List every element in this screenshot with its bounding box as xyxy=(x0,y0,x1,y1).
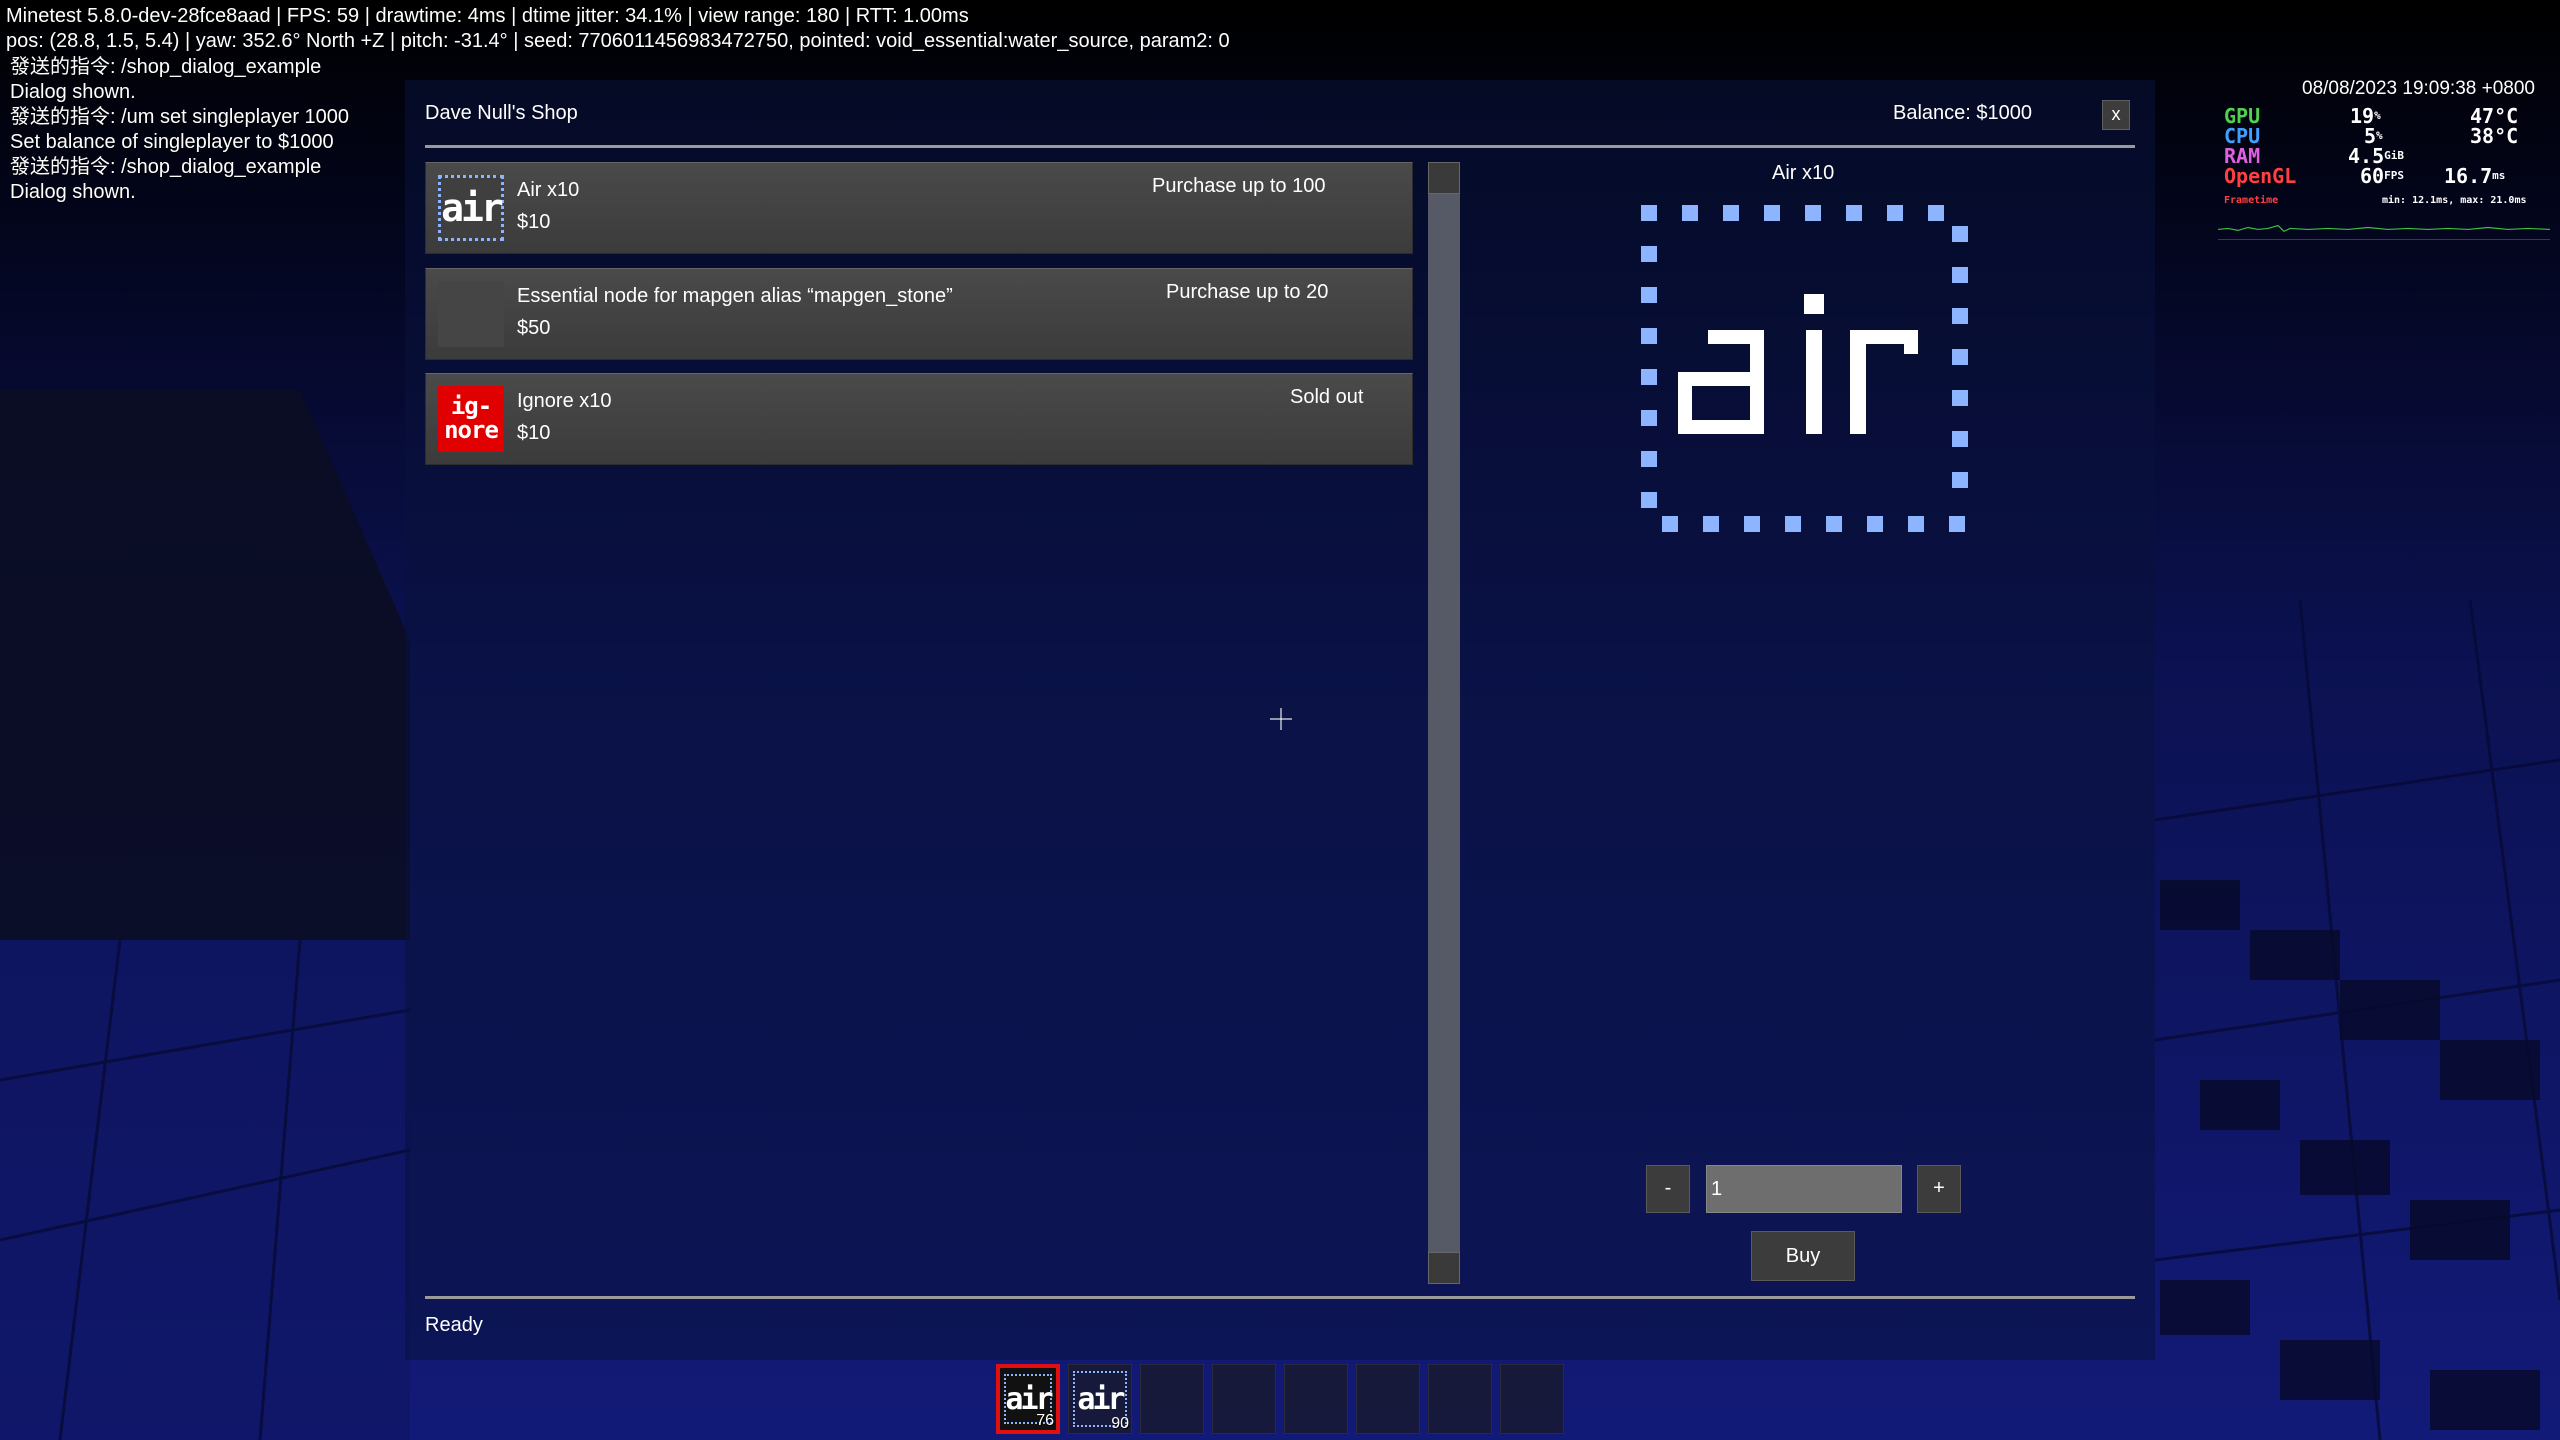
item-name: Essential node for mapgen alias “mapgen_… xyxy=(517,285,953,307)
divider-bottom xyxy=(425,1296,2135,1299)
ram-usage: 4.5GiB xyxy=(2348,146,2404,166)
item-availability: Purchase up to 100 xyxy=(1152,175,1326,197)
scroll-down-button[interactable] xyxy=(1428,1252,1460,1284)
hotbar-slot-1[interactable]: air 76 xyxy=(996,1364,1060,1434)
air-icon: air xyxy=(438,175,504,241)
chat-message: Dialog shown. xyxy=(10,81,136,103)
gpu-label: GPU xyxy=(2224,104,2261,128)
item-price: $10 xyxy=(517,211,551,233)
frametime-graph xyxy=(2218,224,2550,240)
item-name: Ignore x10 xyxy=(517,390,612,412)
close-button[interactable]: x xyxy=(2102,100,2130,130)
item-availability: Sold out xyxy=(1290,386,1364,408)
shop-title: Dave Null's Shop xyxy=(425,102,578,124)
chat-message: Dialog shown. xyxy=(10,181,136,203)
frametime-value: 16.7 xyxy=(2444,164,2493,188)
gpu-usage: 19% xyxy=(2350,106,2381,126)
item-price: $10 xyxy=(517,422,551,444)
cpu-usage: 5% xyxy=(2364,126,2383,146)
hotbar-slot-6[interactable] xyxy=(1356,1364,1420,1434)
status-text: Ready xyxy=(425,1314,483,1336)
hotbar-slot-7[interactable] xyxy=(1428,1364,1492,1434)
debug-info-line: Minetest 5.8.0-dev-28fce8aad | FPS: 59 |… xyxy=(6,5,969,27)
selected-item-title: Air x10 xyxy=(1772,162,1835,184)
ram-usage-unit: GiB xyxy=(2384,149,2404,162)
chat-message: Set balance of singleplayer to $1000 xyxy=(10,131,334,153)
item-count: 90 xyxy=(1111,1415,1129,1432)
item-name: Air x10 xyxy=(517,179,580,201)
fps-readout: 60FPS xyxy=(2360,166,2404,186)
fps-unit: FPS xyxy=(2384,169,2404,182)
item-list-scrollbar[interactable] xyxy=(1428,162,1460,1284)
hotbar-slot-3[interactable] xyxy=(1140,1364,1204,1434)
balance-label: Balance: $1000 xyxy=(1893,102,2033,124)
item-count: 76 xyxy=(1036,1412,1054,1429)
gpu-temp: 47°C xyxy=(2470,104,2519,128)
stone-icon xyxy=(438,281,504,347)
chat-message: 發送的指令: /um set singleplayer 1000 xyxy=(10,106,350,128)
cpu-label: CPU xyxy=(2224,124,2261,148)
frametime-readout: 16.7ms xyxy=(2444,166,2505,186)
air-icon xyxy=(1641,205,1968,532)
ram-label: RAM xyxy=(2224,144,2261,168)
chat-log: 發送的指令: /shop_dialog_example Dialog shown… xyxy=(10,55,349,205)
shop-item-ignore[interactable]: ig-nore Ignore x10 $10 Sold out xyxy=(425,373,1413,465)
quantity-input[interactable] xyxy=(1706,1165,1902,1213)
hotbar-slot-8[interactable] xyxy=(1500,1364,1564,1434)
cpu-usage-unit: % xyxy=(2376,129,2383,142)
opengl-label: OpenGL xyxy=(2224,164,2297,188)
buy-button[interactable]: Buy xyxy=(1751,1231,1855,1281)
ignore-icon: ig-nore xyxy=(438,386,504,452)
cpu-temp: 38°C xyxy=(2470,124,2519,148)
divider-top xyxy=(425,145,2135,148)
shop-item-air[interactable]: air Air x10 $10 Purchase up to 100 xyxy=(425,162,1413,254)
performance-overlay: 08/08/2023 19:09:38 +0800 GPU 19% 47°C C… xyxy=(2214,78,2554,258)
fps-value: 60 xyxy=(2360,164,2385,188)
frametime-label: Frametime xyxy=(2224,195,2279,206)
crosshair-icon xyxy=(1270,708,1292,730)
chat-message: 發送的指令: /shop_dialog_example xyxy=(10,156,322,178)
hotbar: air 76 air 90 xyxy=(996,1364,1564,1434)
frametime-unit: ms xyxy=(2492,169,2506,182)
increase-quantity-button[interactable]: + xyxy=(1917,1165,1961,1213)
frametime-stats: min: 12.1ms, max: 21.0ms xyxy=(2382,195,2527,206)
item-availability: Purchase up to 20 xyxy=(1166,281,1329,303)
item-price: $50 xyxy=(517,317,551,339)
gpu-usage-unit: % xyxy=(2374,109,2381,122)
scroll-up-button[interactable] xyxy=(1428,162,1460,194)
decrease-quantity-button[interactable]: - xyxy=(1646,1165,1690,1213)
hotbar-slot-2[interactable]: air 90 xyxy=(1068,1364,1132,1434)
debug-position-line: pos: (28.8, 1.5, 5.4) | yaw: 352.6° Nort… xyxy=(6,30,1230,52)
hotbar-slot-4[interactable] xyxy=(1212,1364,1276,1434)
shop-item-mapgen-stone[interactable]: Essential node for mapgen alias “mapgen_… xyxy=(425,268,1413,360)
hotbar-slot-5[interactable] xyxy=(1284,1364,1348,1434)
overlay-clock: 08/08/2023 19:09:38 +0800 xyxy=(2302,78,2535,99)
chat-message: 發送的指令: /shop_dialog_example xyxy=(10,56,322,78)
